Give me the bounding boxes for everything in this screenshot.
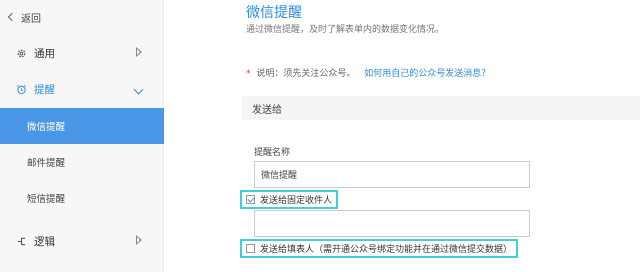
chevron-down-icon: [133, 84, 144, 95]
sidebar: 返回 通用 提醒 微信提醒 邮件提醒 短信提醒 逻辑: [0, 0, 164, 272]
note: * 说明：须先关注公众号。 如何用自己的公众号发送消息？: [246, 66, 490, 79]
sidebar-subitem-label: 微信提醒: [27, 122, 66, 133]
back-button[interactable]: 返回: [7, 10, 41, 25]
option-label: 发送给固定收件人: [260, 196, 333, 206]
sidebar-item-label: 提醒: [34, 83, 55, 96]
chevron-left-icon: [7, 12, 17, 22]
caret-right-icon: [136, 47, 142, 57]
help-link[interactable]: 如何用自己的公众号发送消息？: [364, 69, 490, 79]
sidebar-item-label: 通用: [34, 47, 55, 60]
reminder-name-input[interactable]: [254, 161, 530, 188]
required-star-icon: *: [246, 69, 251, 79]
sidebar-subitem-label: 邮件提醒: [27, 158, 66, 169]
sidebar-item-label: 逻辑: [34, 235, 55, 248]
checkbox[interactable]: [246, 244, 255, 253]
reminder-name-label: 提醒名称: [254, 148, 291, 158]
sidebar-subitem-label: 短信提醒: [27, 194, 66, 205]
sidebar-subitem-email[interactable]: 邮件提醒: [0, 144, 164, 180]
section-header: 发送给: [242, 96, 640, 120]
alarm-icon: [15, 83, 27, 95]
sidebar-item-general[interactable]: 通用: [0, 35, 164, 71]
option-label: 发送给填表人（需开通公众号绑定功能并在通过微信提交数据）: [260, 245, 513, 255]
main-content: 微信提醒 通过微信提醒，及时了解表单内的数据变化情况。 * 说明：须先关注公众号…: [164, 0, 640, 272]
sidebar-item-logic[interactable]: 逻辑: [0, 223, 164, 259]
back-label: 返回: [21, 13, 41, 25]
checkbox[interactable]: [246, 195, 255, 204]
recipient-input[interactable]: [254, 210, 530, 237]
page-description: 通过微信提醒，及时了解表单内的数据变化情况。: [246, 25, 445, 35]
note-text: 说明：须先关注公众号。: [256, 69, 356, 79]
gear-icon: [15, 47, 27, 59]
logic-icon: [15, 235, 27, 247]
filler-recipient-option[interactable]: 发送给填表人（需开通公众号绑定功能并在通过微信提交数据）: [240, 239, 519, 258]
section-title: 发送给: [252, 104, 282, 116]
sidebar-subitem-sms[interactable]: 短信提醒: [0, 180, 164, 216]
fixed-recipient-option[interactable]: 发送给固定收件人: [240, 190, 339, 209]
sidebar-subitem-wechat[interactable]: 微信提醒: [0, 108, 164, 144]
caret-right-icon: [136, 235, 142, 245]
page-title: 微信提醒: [246, 5, 302, 21]
sidebar-item-reminder[interactable]: 提醒: [0, 71, 164, 107]
